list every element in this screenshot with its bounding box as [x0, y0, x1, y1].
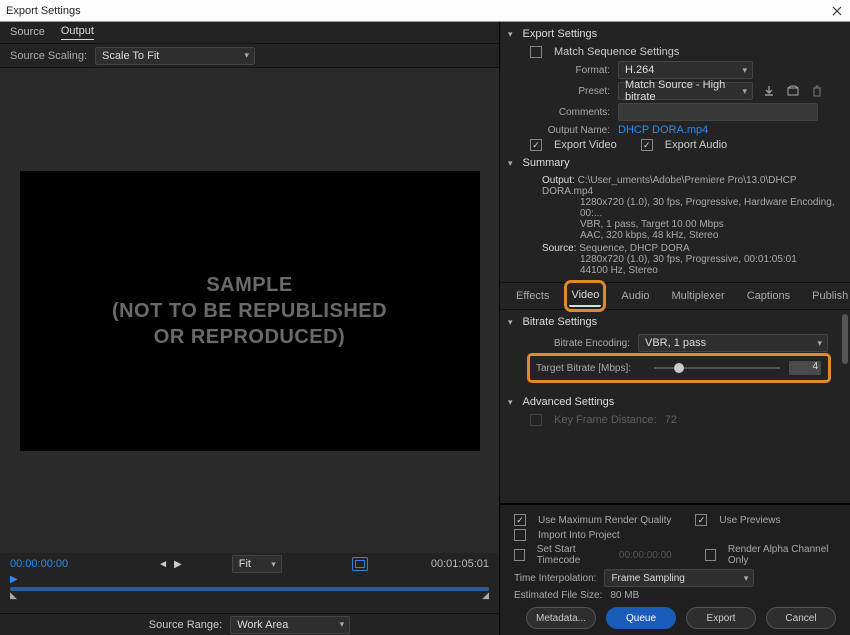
match-sequence-checkbox[interactable] [530, 46, 542, 58]
set-start-tc-checkbox[interactable] [514, 549, 525, 561]
summary-header[interactable]: Summary [520, 157, 838, 169]
timeline-playhead[interactable] [10, 573, 20, 587]
comments-label: Comments: [530, 107, 610, 118]
summary-output: Output: C:\User_uments\Adobe\Premiere Pr… [542, 175, 838, 241]
tab-publish[interactable]: Publish [810, 286, 850, 306]
source-range-label: Source Range: [149, 619, 222, 631]
save-preset-icon[interactable] [761, 83, 777, 99]
metadata-button[interactable]: Metadata... [526, 607, 596, 629]
queue-button[interactable]: Queue [606, 607, 676, 629]
aspect-ratio-icon[interactable] [352, 557, 368, 571]
format-label: Format: [530, 65, 610, 76]
import-project-checkbox[interactable] [514, 529, 526, 541]
export-audio-label: Export Audio [665, 139, 727, 151]
output-name-link[interactable]: DHCP DORA.mp4 [618, 124, 708, 136]
set-start-tc-value: 00:00:00:00 [619, 550, 672, 561]
timecode-duration: 00:01:05:01 [431, 558, 489, 570]
time-interp-dropdown[interactable]: Frame Sampling [604, 569, 754, 587]
source-scaling-row: Source Scaling: Scale To Fit [0, 44, 499, 68]
preset-dropdown[interactable]: Match Source - High bitrate [618, 82, 753, 100]
titlebar: Export Settings [0, 0, 850, 22]
est-size-label: Estimated File Size: [514, 590, 602, 601]
summary-source: Source: Sequence, DHCP DORA 1280x720 (1.… [542, 243, 838, 276]
time-interp-label: Time Interpolation: [514, 573, 596, 584]
comments-input[interactable] [618, 103, 818, 121]
timeline[interactable]: ◣ ◢ [10, 579, 489, 597]
format-dropdown[interactable]: H.264 [618, 61, 753, 79]
advanced-section: Advanced Settings Key Frame Distance: 72 [500, 390, 850, 435]
left-pane: Source Output Source Scaling: Scale To F… [0, 22, 500, 635]
source-scaling-label: Source Scaling: [10, 50, 87, 62]
import-project-label: Import Into Project [538, 530, 620, 541]
fit-dropdown[interactable]: Fit [232, 555, 282, 573]
timeline-out-icon[interactable]: ◢ [482, 590, 489, 601]
target-bitrate-row: Target Bitrate [Mbps]: 4 [530, 356, 828, 380]
left-tabs: Source Output [0, 22, 499, 44]
preview-area: SAMPLE (NOT TO BE REPUBLISHED OR REPRODU… [0, 68, 499, 553]
bitrate-header[interactable]: Bitrate Settings [520, 316, 838, 328]
bottom-panel: Use Maximum Render Quality Use Previews … [500, 503, 850, 635]
kfd-label: Key Frame Distance: [554, 414, 657, 426]
max-quality-label: Use Maximum Render Quality [538, 515, 671, 526]
match-sequence-label: Match Sequence Settings [554, 46, 679, 58]
scrollbar[interactable] [840, 310, 848, 503]
window-title: Export Settings [6, 5, 830, 17]
source-range-row: Source Range: Work Area [0, 613, 499, 635]
tab-multiplexer[interactable]: Multiplexer [670, 286, 727, 306]
preview-text-3: OR REPRODUCED) [154, 324, 345, 350]
target-bitrate-slider[interactable] [654, 361, 780, 375]
export-settings-header[interactable]: Export Settings [520, 28, 838, 40]
import-preset-icon[interactable] [785, 83, 801, 99]
right-pane: Export Settings Match Sequence Settings … [500, 22, 850, 635]
timeline-in-icon[interactable]: ◣ [10, 590, 17, 601]
tab-output[interactable]: Output [61, 25, 94, 40]
cancel-button[interactable]: Cancel [766, 607, 836, 629]
kfd-checkbox[interactable] [530, 414, 542, 426]
bitrate-encoding-dropdown[interactable]: VBR, 1 pass [638, 334, 828, 352]
step-back-icon[interactable]: ◄ [158, 559, 168, 570]
tab-captions[interactable]: Captions [745, 286, 792, 306]
export-audio-checkbox[interactable] [641, 139, 653, 151]
close-button[interactable] [830, 4, 844, 18]
slider-knob[interactable] [674, 363, 684, 373]
source-scaling-dropdown[interactable]: Scale To Fit [95, 47, 255, 65]
close-icon [832, 6, 842, 16]
use-previews-checkbox[interactable] [695, 514, 707, 526]
summary-output-label: Output: [542, 175, 575, 186]
source-range-dropdown[interactable]: Work Area [230, 616, 350, 634]
est-size-value: 80 MB [610, 590, 639, 601]
set-start-tc-label: Set Start Timecode [537, 544, 611, 566]
export-button[interactable]: Export [686, 607, 756, 629]
transport-bar: 00:00:00:00 ◄ ▶ Fit 00:01:05:01 ◣ ◢ [0, 553, 499, 613]
preset-label: Preset: [530, 86, 610, 97]
export-settings-section: Export Settings Match Sequence Settings … [500, 22, 850, 282]
timecode-current[interactable]: 00:00:00:00 [10, 558, 68, 570]
delete-preset-icon[interactable] [809, 83, 825, 99]
play-icon[interactable]: ▶ [174, 559, 182, 570]
tab-effects[interactable]: Effects [514, 286, 551, 306]
export-video-checkbox[interactable] [530, 139, 542, 151]
target-bitrate-input[interactable]: 4 [788, 360, 822, 376]
tab-audio[interactable]: Audio [619, 286, 651, 306]
export-video-label: Export Video [554, 139, 617, 151]
preview-text-1: SAMPLE [206, 272, 292, 298]
summary-source-label: Source: [542, 243, 576, 254]
video-preview: SAMPLE (NOT TO BE REPUBLISHED OR REPRODU… [20, 171, 480, 451]
render-alpha-label: Render Alpha Channel Only [728, 544, 836, 566]
target-bitrate-label: Target Bitrate [Mbps]: [536, 363, 646, 374]
encoding-tabs: Effects Video Audio Multiplexer Captions… [500, 282, 850, 310]
max-quality-checkbox[interactable] [514, 514, 526, 526]
kfd-value: 72 [665, 414, 677, 426]
tab-source[interactable]: Source [10, 26, 45, 40]
bitrate-encoding-label: Bitrate Encoding: [530, 338, 630, 349]
output-name-label: Output Name: [530, 125, 610, 136]
timeline-track [10, 587, 489, 591]
render-alpha-checkbox[interactable] [705, 549, 716, 561]
use-previews-label: Use Previews [719, 515, 780, 526]
advanced-header[interactable]: Advanced Settings [520, 396, 838, 408]
tab-video[interactable]: Video [569, 285, 601, 307]
scrollbar-thumb[interactable] [842, 314, 848, 364]
preview-text-2: (NOT TO BE REPUBLISHED [112, 298, 387, 324]
bitrate-section: Bitrate Settings Bitrate Encoding: VBR, … [500, 310, 850, 390]
